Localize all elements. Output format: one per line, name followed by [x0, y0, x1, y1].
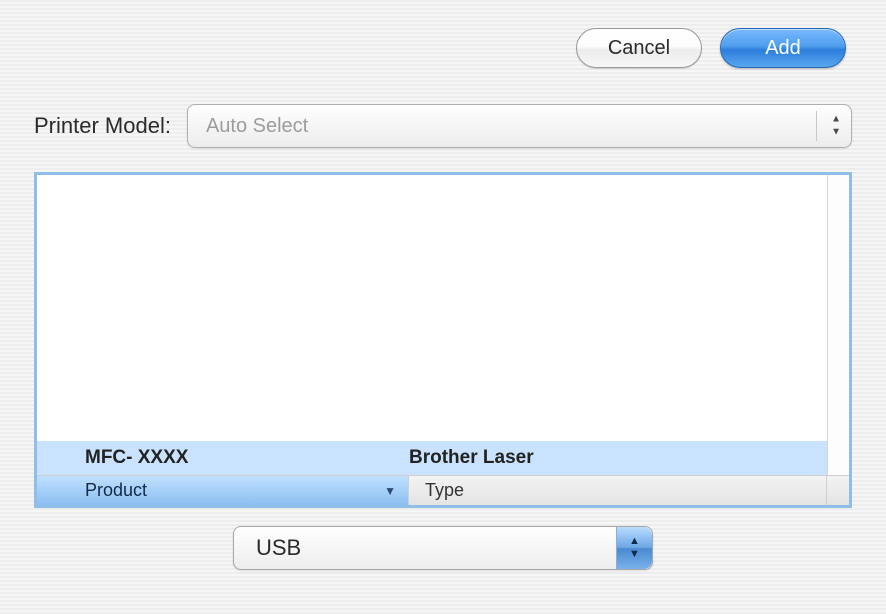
select-divider [816, 111, 817, 141]
printer-list-panel: MFC- XXXX Brother Laser Product ▼ Type [34, 172, 852, 508]
table-row[interactable]: MFC- XXXX Brother Laser [37, 441, 827, 475]
cell-product: MFC- XXXX [37, 447, 409, 469]
table-header: Product ▼ Type [37, 475, 849, 505]
sort-descending-icon: ▼ [384, 484, 396, 498]
printer-list-area[interactable]: MFC- XXXX Brother Laser [37, 175, 827, 475]
column-header-type-label: Type [425, 480, 464, 501]
cell-type: Brother Laser [409, 447, 534, 469]
add-button[interactable]: Add [720, 28, 846, 68]
column-header-product[interactable]: Product ▼ [37, 476, 409, 505]
header-scroll-cap [827, 476, 849, 505]
footer-buttons: Cancel Add [28, 28, 858, 68]
connection-row: USB ▲ ▼ [28, 526, 858, 570]
printer-model-select[interactable]: Auto Select ▲ ▼ [187, 104, 852, 148]
chevron-updown-icon: ▲ ▼ [831, 115, 841, 138]
column-header-type[interactable]: Type [409, 476, 827, 505]
connection-select[interactable]: USB ▲ ▼ [233, 526, 653, 570]
connection-value: USB [256, 535, 301, 561]
chevron-updown-icon: ▲ ▼ [616, 527, 652, 569]
vertical-scrollbar[interactable] [827, 175, 849, 475]
printer-model-value: Auto Select [206, 115, 308, 138]
cancel-button[interactable]: Cancel [576, 28, 702, 68]
printer-list-body: MFC- XXXX Brother Laser [37, 175, 849, 475]
printer-model-label: Printer Model: [34, 113, 171, 139]
printer-model-row: Printer Model: Auto Select ▲ ▼ [28, 104, 858, 148]
column-header-product-label: Product [85, 480, 147, 501]
